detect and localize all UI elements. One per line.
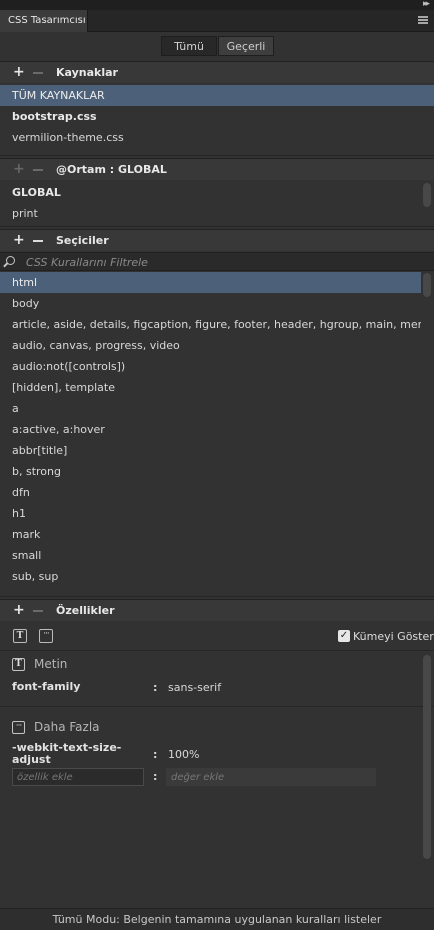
section-divider — [0, 226, 434, 227]
remove-source-icon[interactable] — [33, 72, 43, 74]
selector-item[interactable]: a — [0, 398, 421, 419]
mode-all-button[interactable]: Tümü — [161, 36, 217, 56]
panel-top-strip: ▸▸ — [0, 0, 434, 10]
selectors-scrollbar[interactable] — [423, 273, 431, 297]
source-item-all[interactable]: TÜM KAYNAKLAR — [0, 85, 434, 106]
selector-item[interactable]: body — [0, 293, 421, 314]
selector-item[interactable]: audio, canvas, progress, video — [0, 335, 421, 356]
show-set-checkbox[interactable]: ✓ — [338, 630, 350, 642]
selector-item[interactable]: a:active, a:hover — [0, 419, 421, 440]
media-title: @Ortam : — [56, 163, 115, 176]
remove-media-icon[interactable] — [33, 169, 43, 171]
selector-item[interactable]: abbr[title] — [0, 440, 421, 461]
css-designer-tab[interactable]: CSS Tasarımcısı — [0, 10, 88, 32]
media-current-value: GLOBAL — [118, 163, 167, 176]
properties-header: + Özellikler — [0, 599, 434, 621]
panel-menu-icon[interactable] — [418, 16, 428, 24]
selector-item[interactable]: dfn — [0, 482, 421, 503]
properties-panel: T Metin font-family : sans-serif ··· Dah… — [0, 650, 434, 908]
text-category-label: Metin — [34, 657, 68, 671]
properties-title: Özellikler — [56, 604, 115, 617]
sources-title: Kaynaklar — [56, 66, 118, 79]
media-item-print[interactable]: print — [0, 203, 421, 224]
add-source-icon[interactable]: + — [13, 64, 25, 80]
property-value[interactable]: 100% — [168, 748, 199, 761]
selector-item[interactable]: sub, sup — [0, 566, 421, 587]
mode-current-button[interactable]: Geçerli — [218, 36, 274, 56]
media-scrollbar[interactable] — [423, 183, 431, 207]
selector-item[interactable]: html — [0, 272, 421, 293]
status-bar: Tümü Modu: Belgenin tamamına uygulanan k… — [0, 908, 434, 930]
add-media-icon[interactable]: + — [13, 161, 25, 177]
selector-filter — [0, 252, 434, 271]
add-property-input[interactable] — [12, 768, 144, 786]
selector-item[interactable]: audio:not([controls]) — [0, 356, 421, 377]
remove-selector-icon[interactable] — [33, 240, 43, 242]
more-category-label: Daha Fazla — [34, 720, 100, 734]
property-value[interactable]: sans-serif — [168, 681, 221, 694]
selector-item[interactable]: small — [0, 545, 421, 566]
selector-item[interactable]: b, strong — [0, 461, 421, 482]
sources-header: + Kaynaklar — [0, 61, 434, 83]
text-category-icon[interactable]: T — [13, 629, 27, 643]
property-colon: : — [153, 770, 158, 783]
media-header: + @Ortam : GLOBAL — [0, 158, 434, 180]
collapse-panel-icon[interactable]: ▸▸ — [423, 0, 430, 9]
property-name-line2[interactable]: adjust — [12, 754, 51, 766]
properties-scrollbar[interactable] — [423, 655, 431, 859]
add-selector-icon[interactable]: + — [13, 232, 25, 248]
source-item-vermilion[interactable]: vermilion-theme.css — [0, 127, 434, 148]
more-category-icon[interactable]: ··· — [39, 629, 53, 643]
text-category-icon: T — [12, 658, 25, 671]
section-divider — [0, 596, 434, 597]
category-divider — [0, 706, 434, 707]
selector-item[interactable]: mark — [0, 524, 421, 545]
remove-property-icon[interactable] — [33, 610, 43, 612]
show-set-label[interactable]: Kümeyi Göster — [353, 630, 434, 643]
selector-item[interactable]: article, aside, details, figcaption, fig… — [0, 314, 421, 335]
source-item-bootstrap[interactable]: bootstrap.css — [0, 106, 434, 127]
panel-tab-bar: CSS Tasarımcısı — [0, 10, 434, 32]
section-divider — [0, 155, 434, 156]
selector-item[interactable]: h1 — [0, 503, 421, 524]
properties-toolbar: T ··· ✓ Kümeyi Göster — [0, 624, 434, 650]
selector-filter-input[interactable] — [26, 255, 416, 269]
property-colon: : — [153, 748, 158, 761]
property-colon: : — [153, 681, 158, 694]
selector-item[interactable]: [hidden], template — [0, 377, 421, 398]
add-value-input[interactable] — [166, 768, 376, 786]
media-item-global[interactable]: GLOBAL — [0, 182, 421, 203]
add-property-icon[interactable]: + — [13, 602, 25, 618]
more-category-icon: ··· — [12, 721, 25, 734]
search-icon — [6, 256, 15, 265]
selectors-header: + Seçiciler — [0, 229, 434, 251]
selectors-title: Seçiciler — [56, 234, 109, 247]
property-name[interactable]: font-family — [12, 681, 80, 693]
